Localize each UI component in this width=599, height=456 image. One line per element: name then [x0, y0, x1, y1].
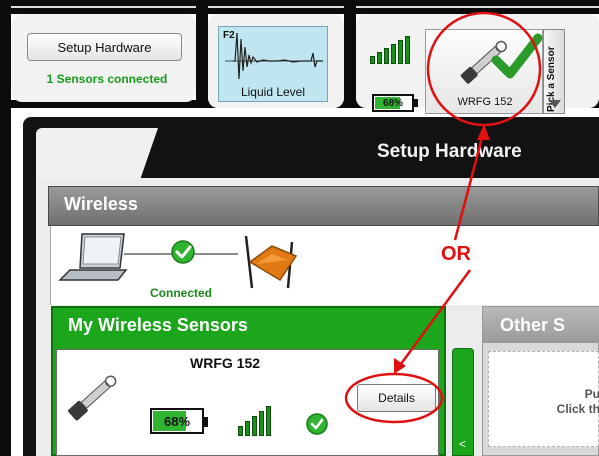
annotation-overlay	[344, 11, 542, 424]
highlight-circle	[344, 372, 444, 424]
highlight-circle	[426, 11, 542, 127]
arrow-line	[396, 269, 472, 369]
arrow-line	[453, 129, 486, 241]
arrow-head-icon	[477, 124, 490, 140]
annotation-or-label: OR	[441, 243, 471, 265]
